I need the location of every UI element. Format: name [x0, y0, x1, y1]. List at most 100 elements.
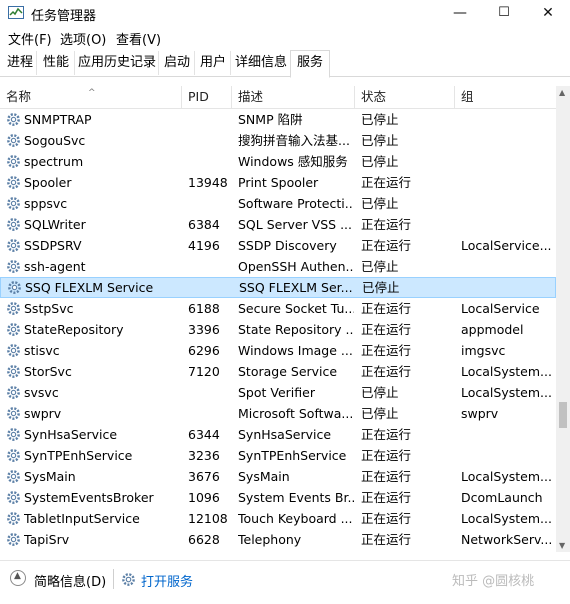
cell-description: OpenSSH Authen...: [238, 259, 354, 274]
cell-description: Telephony: [238, 532, 302, 547]
tab-details[interactable]: 详细信息: [232, 51, 291, 75]
service-gear-icon: [7, 491, 20, 504]
column-header-description[interactable]: 描述: [232, 86, 355, 108]
service-row[interactable]: svsvc Spot Verifier 已停止 LocalSystem...: [0, 382, 556, 403]
cell-name: SynTPEnhService: [24, 448, 133, 463]
service-row[interactable]: SstpSvc 6188 Secure Socket Tu... 正在运行 LocalS…: [0, 298, 556, 319]
column-header-name[interactable]: 名称 ^: [0, 86, 182, 108]
cell-description: Touch Keyboard ...: [238, 511, 353, 526]
service-gear-icon: [7, 113, 20, 126]
cell-description: SysMain: [238, 469, 290, 484]
service-row[interactable]: stisvc 6296 Windows Image ... 正在运行 imgsvc: [0, 340, 556, 361]
cell-pid: 12108: [188, 511, 228, 526]
cell-name: SynHsaService: [24, 427, 118, 442]
cell-description: SQL Server VSS ...: [238, 217, 352, 232]
service-row[interactable]: StateRepository 3396 State Repository ... 正…: [0, 319, 556, 340]
cell-status: 正在运行: [361, 301, 412, 316]
cell-group: LocalSystem...: [461, 511, 552, 526]
cell-pid: 6296: [188, 343, 220, 358]
cell-status: 正在运行: [361, 217, 412, 232]
sort-ascending-icon: ^: [88, 88, 96, 98]
service-row[interactable]: SystemEventsBroker 1096 System Events Br..…: [0, 487, 556, 508]
cell-name: SstpSvc: [24, 301, 74, 316]
cell-status: 已停止: [361, 196, 399, 211]
cell-pid: 13948: [188, 175, 228, 190]
service-gear-icon: [7, 428, 20, 441]
cell-name: SystemEventsBroker: [24, 490, 154, 505]
open-services-link[interactable]: 打开服务: [141, 571, 193, 590]
scrollbar-thumb[interactable]: [559, 402, 567, 428]
column-header-status[interactable]: 状态: [355, 86, 455, 108]
service-row[interactable]: Spooler 13948 Print Spooler 正在运行: [0, 172, 556, 193]
vertical-scrollbar[interactable]: ▲ ▼: [556, 86, 570, 552]
cell-description: Storage Service: [238, 364, 338, 379]
menu-file[interactable]: 文件(F): [8, 29, 52, 48]
title-bar: 任务管理器 — ☐ ✕: [0, 0, 570, 26]
cell-status: 正在运行: [361, 322, 412, 337]
service-gear-icon: [7, 323, 20, 336]
cell-group: [461, 193, 555, 214]
cell-status: 已停止: [362, 280, 400, 295]
window-title: 任务管理器: [31, 9, 97, 24]
tab-startup[interactable]: 启动: [160, 51, 195, 75]
service-row[interactable]: SysMain 3676 SysMain 正在运行 LocalSystem...: [0, 466, 556, 487]
service-row[interactable]: StorSvc 7120 Storage Service 正在运行 LocalSyste…: [0, 361, 556, 382]
cell-name: TabletInputService: [24, 511, 140, 526]
column-header-group[interactable]: 组: [455, 86, 556, 108]
collapse-icon[interactable]: ▲: [10, 570, 26, 586]
service-row[interactable]: SQLWriter 6384 SQL Server VSS ... 正在运行: [0, 214, 556, 235]
cell-description: SynTPEnhService: [238, 448, 347, 463]
maximize-button[interactable]: ☐: [482, 0, 526, 26]
scroll-down-icon[interactable]: ▼: [559, 541, 565, 550]
service-row[interactable]: SSDPSRV 4196 SSDP Discovery 正在运行 LocalServic…: [0, 235, 556, 256]
cell-name: SQLWriter: [24, 217, 86, 232]
service-row[interactable]: swprv Microsoft Softwa... 已停止 swprv: [0, 403, 556, 424]
menu-options[interactable]: 选项(O): [60, 29, 106, 48]
cell-pid: [189, 277, 233, 298]
service-gear-icon: [7, 155, 20, 168]
service-row[interactable]: SSQ FLEXLM Service SSQ FLEXLM Ser... 已停止: [0, 277, 556, 298]
cell-status: 正在运行: [361, 532, 412, 547]
service-row[interactable]: SynTPEnhService 3236 SynTPEnhService 正在运行: [0, 445, 556, 466]
cell-pid: [188, 382, 232, 403]
cell-description: Software Protecti...: [238, 196, 354, 211]
cell-group: [461, 151, 555, 172]
service-row[interactable]: sppsvc Software Protecti... 已停止: [0, 193, 556, 214]
menu-view[interactable]: 查看(V): [116, 29, 161, 48]
cell-description: Print Spooler: [238, 175, 319, 190]
tab-bar: 进程 性能 应用历史记录 启动 用户 详细信息 服务: [0, 50, 570, 78]
service-row[interactable]: TapiSrv 6628 Telephony 正在运行 NetworkServ...: [0, 529, 556, 550]
cell-status: 已停止: [361, 154, 399, 169]
cell-pid: [188, 193, 232, 214]
cell-name: swprv: [24, 406, 62, 421]
cell-name: StorSvc: [24, 364, 72, 379]
cell-pid: 1096: [188, 490, 220, 505]
footer-divider: [113, 569, 114, 589]
cell-name: TapiSrv: [24, 532, 70, 547]
tab-processes[interactable]: 进程: [4, 51, 37, 75]
cell-name: SNMPTRAP: [24, 112, 92, 127]
service-row[interactable]: SNMPTRAP SNMP 陷阱 已停止: [0, 109, 556, 130]
fewer-details-link[interactable]: 简略信息(D): [34, 571, 106, 590]
cell-status: 已停止: [361, 385, 399, 400]
service-row[interactable]: TabletInputService 12108 Touch Keyboard ..…: [0, 508, 556, 529]
service-row[interactable]: spectrum Windows 感知服务 已停止: [0, 151, 556, 172]
close-button[interactable]: ✕: [526, 0, 570, 26]
service-gear-icon: [7, 218, 20, 231]
cell-description: 搜狗拼音输入法基...: [238, 133, 350, 148]
service-row[interactable]: ssh-agent OpenSSH Authen... 已停止: [0, 256, 556, 277]
tab-users[interactable]: 用户: [196, 51, 231, 75]
tab-app-history[interactable]: 应用历史记录: [76, 51, 159, 75]
scroll-up-icon[interactable]: ▲: [559, 88, 565, 97]
cell-group: LocalService...: [461, 238, 552, 253]
tab-services[interactable]: 服务: [290, 50, 330, 78]
minimize-button[interactable]: —: [438, 0, 482, 26]
service-row[interactable]: SogouSvc 搜狗拼音输入法基... 已停止: [0, 130, 556, 151]
service-row[interactable]: SynHsaService 6344 SynHsaService 正在运行: [0, 424, 556, 445]
service-gear-icon: [7, 470, 20, 483]
service-gear-icon: [7, 134, 20, 147]
column-header-pid[interactable]: PID: [182, 86, 232, 108]
cell-status: 正在运行: [361, 364, 412, 379]
cell-pid: 3396: [188, 322, 220, 337]
tab-performance[interactable]: 性能: [38, 51, 75, 75]
